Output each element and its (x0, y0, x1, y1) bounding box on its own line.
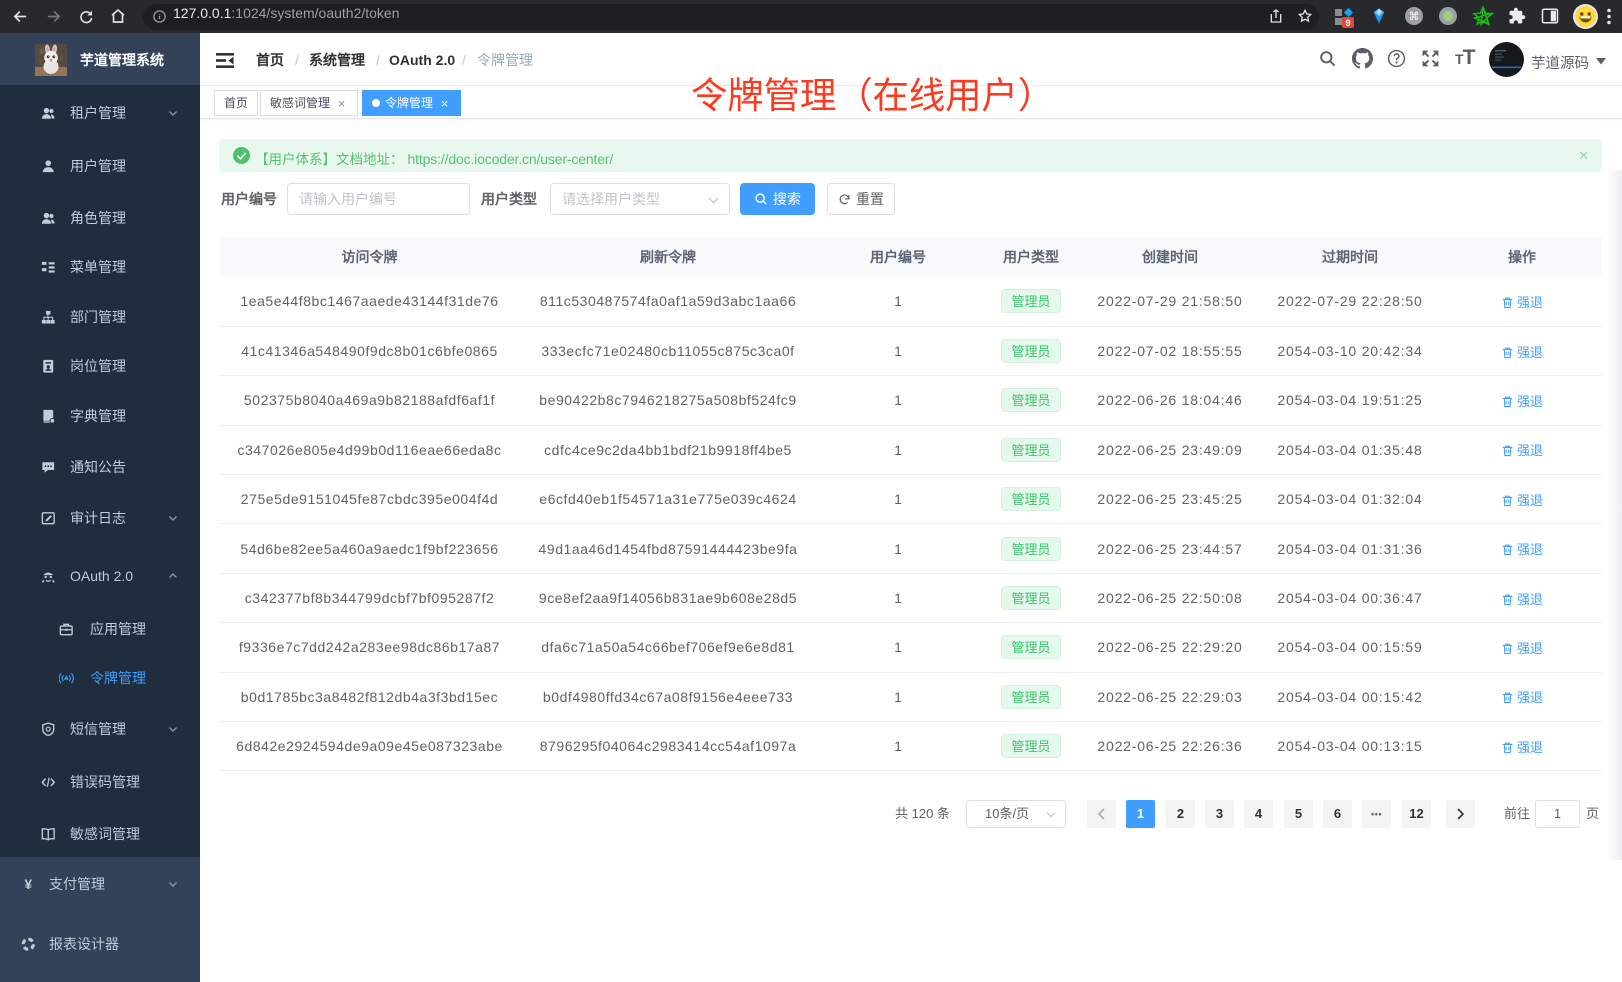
svg-text:¥: ¥ (24, 877, 32, 892)
svg-text:⌘: ⌘ (1409, 11, 1420, 23)
svg-text:9: 9 (1345, 18, 1350, 28)
